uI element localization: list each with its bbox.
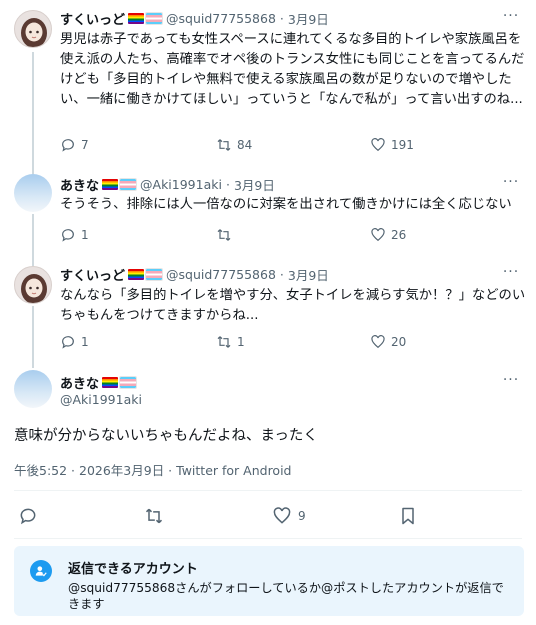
focus-tweet-text: 意味が分からないいちゃもんだよね、まったく [14, 428, 318, 444]
handle[interactable]: @squid77755868 [166, 11, 276, 26]
handle[interactable]: @Aki1991aki [140, 177, 222, 192]
like-button[interactable]: 9 [272, 506, 306, 526]
reply-count: 1 [81, 228, 89, 242]
reply-button[interactable]: 1 [60, 333, 89, 351]
trans-flag-icon [119, 375, 138, 389]
tweet-header: すくいっど @squid77755868 · 3月9日 [60, 264, 329, 284]
divider [14, 538, 522, 539]
display-name[interactable]: あきな [60, 175, 99, 194]
tweet-text: 男児は赤子であっても女性スペースに連れてくるな多目的トイレや家族風呂を使え派の人… [60, 32, 525, 107]
separator: · [279, 10, 284, 26]
tweet-1[interactable]: すくいっど @squid77755868 · 3月9日 ··· 男児は赤子であっ… [0, 0, 536, 162]
like-button[interactable]: 20 [370, 333, 406, 351]
display-name[interactable]: すくいっど [60, 9, 125, 28]
more-options-icon[interactable]: ··· [502, 8, 520, 24]
reply-icon [62, 139, 74, 152]
retweet-icon [217, 336, 231, 348]
like-button[interactable]: 191 [370, 136, 414, 154]
retweet-icon [217, 139, 231, 151]
tweet-actions: 7 84 191 [60, 136, 460, 154]
display-name[interactable]: あきな [60, 373, 99, 392]
reply-icon [20, 508, 36, 525]
thread-line [32, 364, 34, 368]
reply-count: 7 [81, 138, 89, 152]
thread-line [32, 52, 34, 162]
flag-emojis [128, 267, 164, 281]
tweet-header: すくいっど @squid77755868 · 3月9日 [60, 8, 329, 28]
reply-count: 1 [81, 335, 89, 349]
bookmark-button[interactable] [398, 506, 418, 526]
like-count: 9 [298, 509, 306, 523]
bookmark-icon [402, 507, 414, 525]
tweet-header: あきな @Aki1991aki · 3月9日 [60, 174, 275, 194]
avatar-girl-icon [21, 274, 47, 303]
more-options-icon[interactable]: ··· [502, 264, 520, 280]
thread-line [32, 306, 34, 364]
flag-emojis [102, 177, 138, 191]
tweet-text: そうそう、排除には人一倍なのに対案を出されて働きかけには全く応じない [60, 197, 512, 212]
like-count: 191 [391, 138, 414, 152]
heart-icon [371, 138, 385, 152]
tweet-text: なんなら「多目的トイレを増やす分、女子トイレを減らす気か！？」などのいちゃもんを… [60, 288, 526, 323]
rainbow-flag-icon [128, 268, 145, 280]
rainbow-flag-icon [128, 12, 145, 24]
tweet-actions: 1 26 [60, 226, 460, 244]
like-button[interactable]: 26 [370, 226, 406, 244]
trans-flag-icon [119, 177, 138, 191]
focus-header: あきな [60, 372, 140, 392]
trans-flag-icon [145, 267, 164, 281]
focus-actions: 9 [0, 506, 536, 528]
avatar-girl-icon [21, 18, 47, 47]
handle[interactable]: @squid77755868 [166, 267, 276, 282]
more-options-icon[interactable]: ··· [502, 174, 520, 190]
thread-line [32, 254, 34, 266]
heart-icon [371, 228, 385, 242]
trans-flag-icon [145, 11, 164, 25]
heart-icon [371, 335, 385, 349]
handle[interactable]: @Aki1991aki [60, 392, 142, 407]
retweet-count: 84 [237, 138, 253, 152]
focus-avatar[interactable] [14, 370, 52, 408]
reply-button[interactable]: 7 [60, 136, 89, 154]
retweet-button[interactable]: 1 [216, 333, 245, 351]
avatar[interactable] [14, 266, 52, 304]
avatar[interactable] [14, 174, 52, 212]
reply-settings-title: 返信できるアカウント [68, 562, 198, 577]
reply-settings-description: @squid77755868さんがフォローしているか@ポストしたアカウントが返信… [68, 581, 504, 611]
retweet-icon [217, 229, 231, 241]
divider [14, 490, 522, 491]
like-count: 20 [391, 335, 407, 349]
separator: · [279, 266, 284, 282]
timestamp[interactable]: 3月9日 [288, 265, 329, 284]
reply-button[interactable] [18, 506, 38, 526]
tweet-metadata[interactable]: 午後5:52 · 2026年3月9日 · Twitter for Android [14, 460, 291, 479]
thread-line [32, 214, 34, 254]
reply-settings-notice: 返信できるアカウント @squid77755868さんがフォローしているか@ポス… [14, 546, 524, 616]
retweet-button[interactable] [144, 506, 164, 526]
retweet-button[interactable] [216, 226, 237, 244]
retweet-count: 1 [237, 335, 245, 349]
user-check-icon [30, 560, 52, 582]
reply-icon [62, 229, 74, 242]
rainbow-flag-icon [102, 178, 119, 190]
retweet-button[interactable]: 84 [216, 136, 252, 154]
retweet-icon [145, 508, 163, 524]
more-options-icon[interactable]: ··· [502, 372, 520, 388]
avatar[interactable] [14, 10, 52, 48]
timestamp[interactable]: 3月9日 [234, 175, 275, 194]
reply-button[interactable]: 1 [60, 226, 89, 244]
separator: · [225, 176, 230, 192]
like-count: 26 [391, 228, 407, 242]
tweet-2[interactable]: あきな @Aki1991aki · 3月9日 ··· そうそう、排除には人一倍な… [0, 162, 536, 254]
timestamp[interactable]: 3月9日 [288, 9, 329, 28]
heart-icon [273, 507, 291, 524]
display-name[interactable]: すくいっど [60, 265, 125, 284]
tweet-actions: 1 1 20 [60, 333, 460, 351]
rainbow-flag-icon [102, 376, 119, 388]
flag-emojis [102, 375, 138, 389]
flag-emojis [128, 11, 164, 25]
tweet-3[interactable]: すくいっど @squid77755868 · 3月9日 ··· なんなら「多目的… [0, 254, 536, 364]
thread-line [32, 162, 34, 174]
reply-icon [62, 336, 74, 349]
